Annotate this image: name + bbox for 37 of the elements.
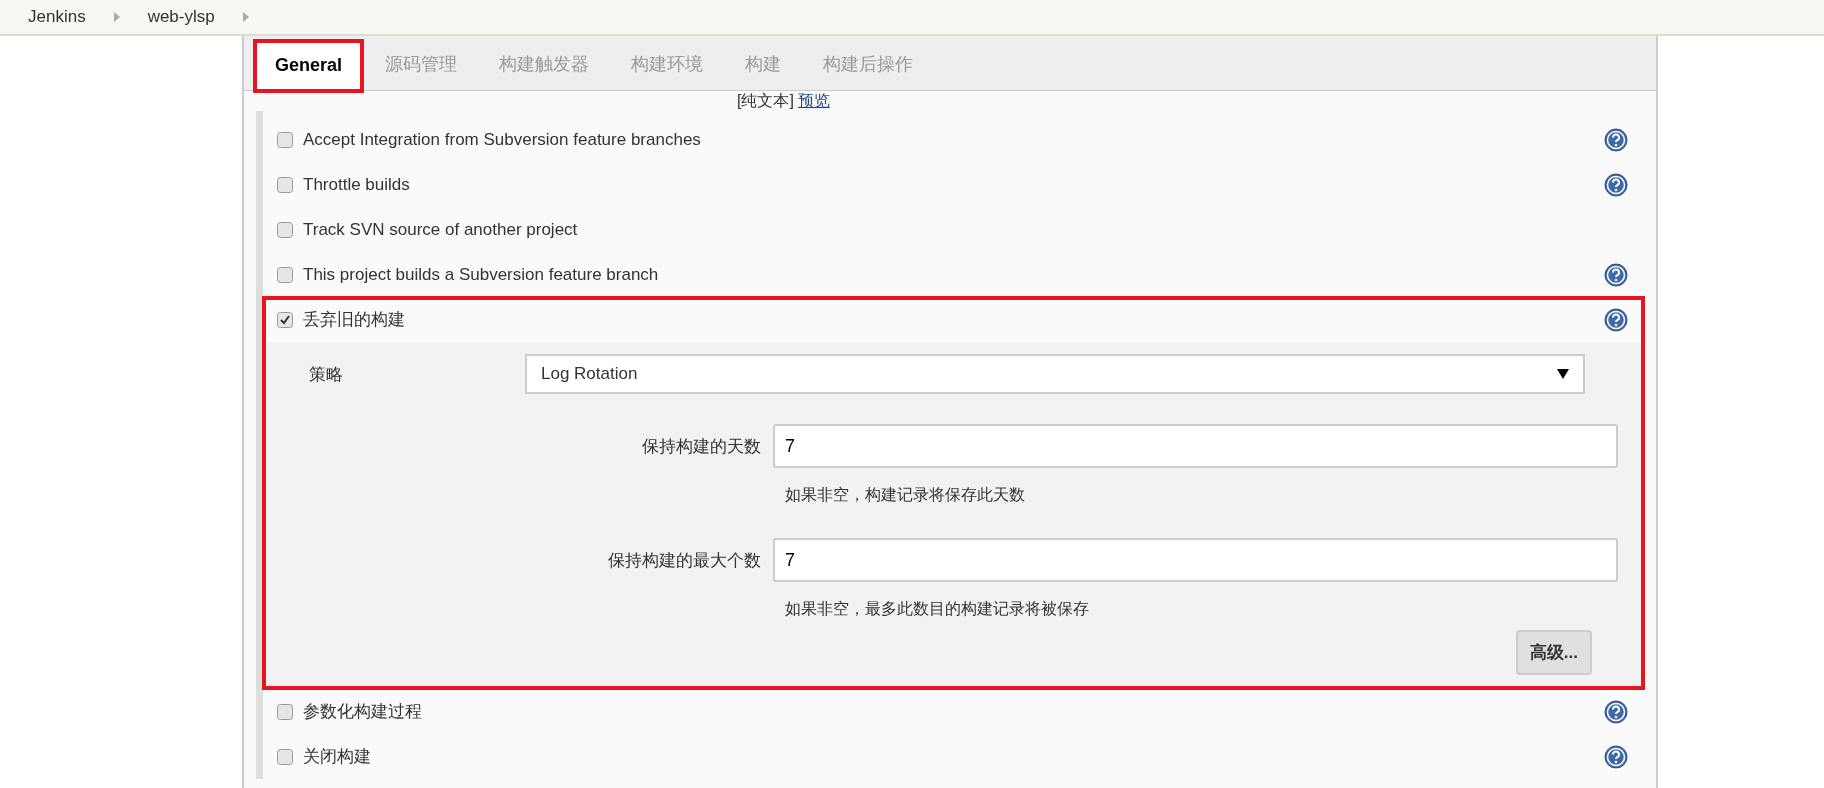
help-icon[interactable] bbox=[1604, 262, 1628, 287]
chevron-icon bbox=[113, 12, 120, 22]
help-icon[interactable] bbox=[1604, 127, 1628, 152]
option-label: Track SVN source of another project bbox=[303, 219, 579, 240]
advanced-button[interactable]: 高级... bbox=[1515, 630, 1592, 675]
help-icon[interactable] bbox=[1604, 744, 1628, 769]
checkbox[interactable] bbox=[277, 131, 293, 148]
field-label: 策略 bbox=[309, 363, 344, 386]
input-field[interactable]: 7 bbox=[773, 424, 1618, 468]
option-label: This project builds a Subversion feature branch bbox=[303, 264, 660, 285]
field-label: 保持构建的天数 bbox=[641, 435, 762, 458]
help-icon[interactable] bbox=[1604, 699, 1628, 724]
field-hint: 如果非空，构建记录将保存此天数 bbox=[785, 485, 1026, 505]
checkbox[interactable] bbox=[277, 176, 293, 193]
dropdown-arrow-icon bbox=[1557, 369, 1569, 379]
option-label: Accept Integration from Subversion feature branches bbox=[303, 129, 702, 150]
checkbox[interactable] bbox=[277, 221, 293, 238]
checkbox[interactable] bbox=[277, 311, 293, 328]
tab[interactable]: General bbox=[256, 42, 362, 90]
field-hint: 如果非空，最多此数目的构建记录将被保存 bbox=[785, 599, 1090, 619]
checkbox[interactable] bbox=[277, 703, 293, 720]
field-label: 保持构建的最大个数 bbox=[607, 549, 762, 572]
option-label: 丢弃旧的构建 bbox=[303, 309, 406, 331]
help-icon[interactable] bbox=[1604, 172, 1628, 197]
breadcrumb-link[interactable]: Jenkins bbox=[28, 7, 86, 27]
chevron-icon bbox=[242, 12, 249, 22]
checkbox[interactable] bbox=[277, 748, 293, 765]
option-label: 关闭构建 bbox=[303, 746, 372, 768]
input-field[interactable]: 7 bbox=[773, 538, 1618, 582]
option-label: Throttle builds bbox=[303, 174, 411, 195]
preview-link[interactable]: 预览 bbox=[797, 91, 830, 111]
help-icon[interactable] bbox=[1604, 307, 1628, 332]
breadcrumb-link[interactable]: web-ylsp bbox=[147, 7, 215, 27]
strategy-dropdown[interactable]: Log Rotation bbox=[525, 354, 1585, 394]
checkbox[interactable] bbox=[277, 266, 293, 283]
option-label: 参数化构建过程 bbox=[303, 701, 423, 723]
markup-label: [纯文本] bbox=[737, 91, 794, 111]
